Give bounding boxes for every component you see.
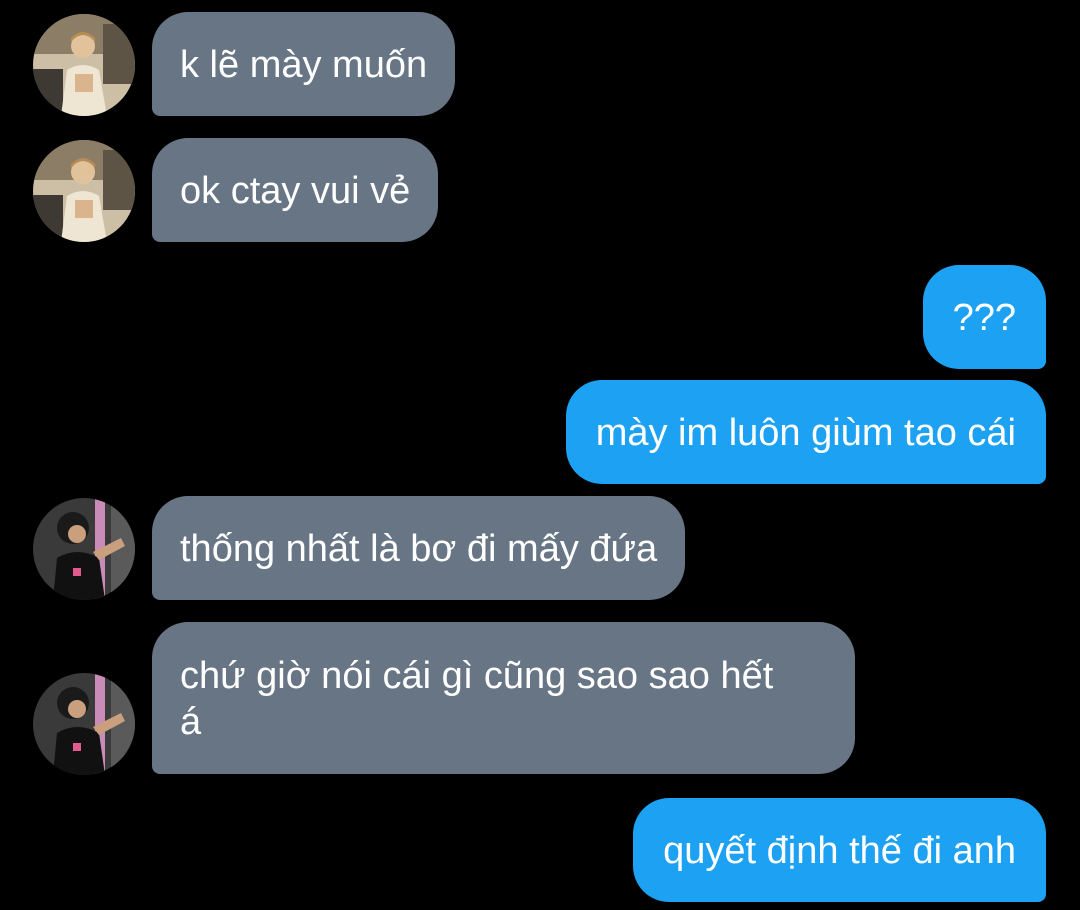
avatar-user-b[interactable] — [33, 498, 135, 600]
message-text: k lẽ mày muốn — [180, 44, 428, 86]
message-text: thống nhất là bơ đi mấy đứa — [180, 528, 658, 570]
message-bubble-incoming[interactable]: k lẽ mày muốn — [152, 12, 456, 116]
avatar-user-a[interactable] — [33, 140, 135, 242]
message-text: ok ctay vui vẻ — [180, 170, 411, 212]
message-bubble-incoming[interactable]: chứ giờ nói cái gì cũng sao sao hết á — [152, 622, 855, 774]
message-text: mày im luôn giùm tao cái — [595, 412, 1016, 454]
message-bubble-outgoing[interactable]: mày im luôn giùm tao cái — [565, 380, 1046, 484]
message-text-line: chứ giờ nói cái gì cũng sao sao hết — [180, 655, 774, 697]
message-bubble-outgoing[interactable]: ??? — [922, 265, 1046, 369]
message-text: quyết định thế đi anh — [663, 830, 1016, 872]
chat-screen: { "messages": [ {"id": "m1", "direction"… — [0, 0, 1080, 910]
message-text: ??? — [952, 297, 1016, 339]
message-bubble-incoming[interactable]: thống nhất là bơ đi mấy đứa — [152, 496, 686, 600]
message-text-line: á — [180, 701, 202, 743]
message-bubble-incoming[interactable]: ok ctay vui vẻ — [152, 138, 439, 242]
avatar-user-a[interactable] — [33, 14, 135, 116]
avatar-user-b[interactable] — [33, 673, 135, 775]
message-bubble-outgoing[interactable]: quyết định thế đi anh — [633, 798, 1046, 902]
